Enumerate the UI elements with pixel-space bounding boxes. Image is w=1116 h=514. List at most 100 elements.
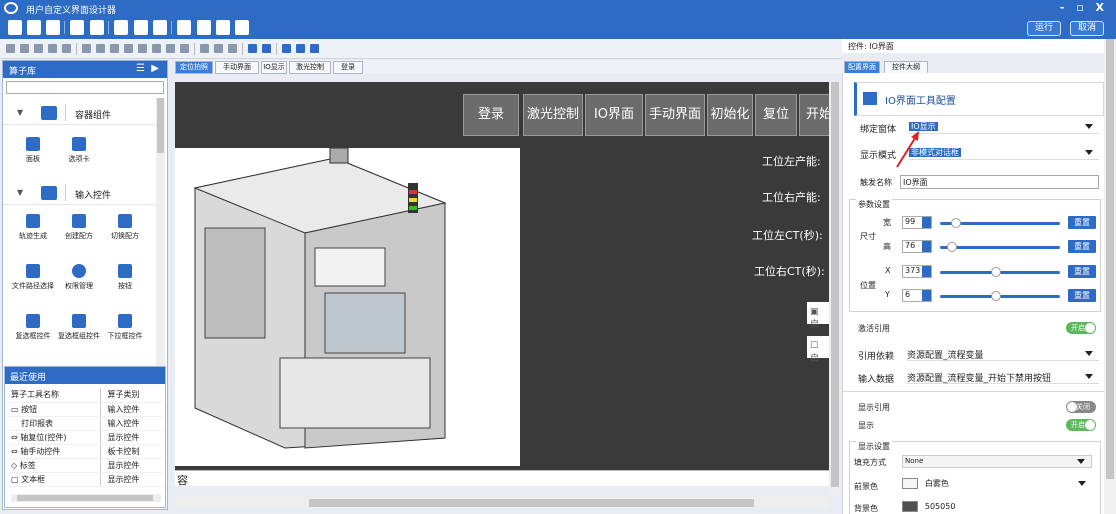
cut-icon[interactable] [20,44,29,53]
paste-window-icon[interactable] [197,20,211,35]
bring-front-icon[interactable] [248,44,257,53]
distribute-h-icon[interactable] [166,44,175,53]
send-back-icon[interactable] [262,44,271,53]
tool-panel[interactable]: 面板 [11,137,55,163]
panel-menu-icon[interactable]: ☰ ▶ [136,63,159,74]
undo-icon[interactable] [62,44,71,53]
tab-laser[interactable]: 激光控制 [289,61,331,74]
table-row[interactable]: ◇ 标签 显示控件 [9,458,163,473]
manual-screen-button[interactable]: 手动界面 [645,94,705,136]
recent-scrollbar[interactable] [11,494,161,502]
canvas-text-input[interactable]: 容 [175,470,829,487]
display-mode-select[interactable]: 非模式对话框 [909,147,1099,160]
align-right-icon[interactable] [152,44,161,53]
width-spinner[interactable]: 99 [902,216,932,229]
tool-button[interactable]: 按钮 [103,264,147,290]
input-data-select[interactable]: 资源配置_流程变量_开始下禁用按钮 [907,371,1099,384]
grid-icon[interactable] [235,20,249,35]
warning-icon[interactable] [216,20,230,35]
width-slider[interactable] [940,218,1060,228]
tool-file-path[interactable]: 文件路径选择 [11,264,55,290]
section-input-controls[interactable]: ▼ 输入控件 [3,181,157,205]
machine-image[interactable] [175,147,520,466]
export-icon[interactable] [153,20,167,35]
y-slider[interactable] [940,291,1060,301]
height-reset-button[interactable]: 重置 [1068,240,1096,253]
tab-positioning[interactable]: 定位拍照 [175,61,213,74]
tool-permission[interactable]: 权限管理 [57,264,101,290]
same-width-icon[interactable] [214,44,223,53]
section-container-components[interactable]: ▼ 容器组件 [3,101,157,125]
design-canvas[interactable]: 登录 激光控制 IO界面 手动界面 初始化 复位 开始 工位左产能: 工位右产能… [175,82,829,486]
open-folder-icon[interactable] [27,20,41,35]
window-controls[interactable]: - ▫ X [1060,1,1108,14]
y-reset-button[interactable]: 重置 [1068,289,1096,302]
save-all-icon[interactable] [70,20,84,35]
tool-create-recipe[interactable]: 创建配方 [57,214,101,240]
cancel-button[interactable]: 取消 [1070,21,1104,36]
fore-color-select[interactable]: 白雾色 [902,478,1092,491]
distribute-v-icon[interactable] [180,44,189,53]
trash-icon[interactable] [296,44,305,53]
tab-io[interactable]: IO显示 [261,61,287,74]
reset-button[interactable]: 复位 [755,94,797,136]
y-spinner[interactable]: 6 [902,289,932,302]
new-icon[interactable] [8,20,22,35]
copy-window-icon[interactable] [177,20,191,35]
paste-icon[interactable] [34,44,43,53]
align-middle-icon[interactable] [138,44,147,53]
tool-trajectory[interactable]: 轨迹生成 [11,214,55,240]
canvas-v-scrollbar[interactable] [829,82,841,496]
io-screen-button[interactable]: IO界面 [585,94,643,136]
x-slider[interactable] [940,267,1060,277]
tool-dropdown[interactable]: 下拉框控件 [103,314,147,340]
save-icon[interactable] [90,20,104,35]
back-color-select[interactable]: 505050 [902,501,1092,514]
tool-tab[interactable]: 选项卡 [57,137,101,163]
fill-mode-select[interactable]: None [902,455,1092,468]
collapse-arrow-icon[interactable]: ▼ [17,108,23,117]
align-center-icon[interactable] [96,44,105,53]
align-top-icon[interactable] [110,44,119,53]
login-button[interactable]: 登录 [463,94,519,136]
initialize-button[interactable]: 初始化 [707,94,753,136]
tab-manual[interactable]: 手动界面 [215,61,259,74]
library-scrollbar[interactable] [156,98,165,366]
tool-checkbox-group[interactable]: 复选框组控件 [57,314,101,340]
tool-checkbox[interactable]: 复选框控件 [11,314,55,340]
collapse-arrow-icon[interactable]: ▼ [17,188,23,197]
operator-search-input[interactable] [6,81,164,94]
x-reset-button[interactable]: 重置 [1068,265,1096,278]
table-row[interactable]: ▢ 文本框 显示控件 [9,472,163,487]
share-icon[interactable] [134,20,148,35]
brush-icon[interactable] [310,44,319,53]
enable-checkbox-2[interactable]: ☐ 启 [807,336,829,364]
preview-eye-icon[interactable] [114,20,128,35]
table-row[interactable]: ▭ 按钮 输入控件 [9,402,163,417]
lock-icon[interactable] [282,44,291,53]
same-height-icon[interactable] [200,44,209,53]
width-reset-button[interactable]: 重置 [1068,216,1096,229]
table-row[interactable]: ⇔ 轴复位(控件) 显示控件 [9,430,163,445]
table-row[interactable]: 打印报表 输入控件 [9,416,163,431]
copy-icon[interactable] [6,44,15,53]
start-button[interactable]: 开始 [799,94,829,136]
activate-ref-toggle[interactable]: 开启 [1066,322,1096,334]
same-size-icon[interactable] [228,44,237,53]
x-spinner[interactable]: 373 [902,265,932,278]
config-scrollbar[interactable] [1104,39,1116,514]
align-bottom-icon[interactable] [124,44,133,53]
canvas-h-scrollbar[interactable] [175,497,829,509]
enable-checkbox-1[interactable]: ▣ 启 [807,302,829,330]
add-page-icon[interactable] [46,20,60,35]
show-ref-toggle[interactable]: 关闭 [1066,401,1096,413]
bind-window-select[interactable]: IO显示 [909,121,1099,134]
ref-dependency-select[interactable]: 资源配置_流程变量 [907,348,1099,361]
align-left-icon[interactable] [82,44,91,53]
trigger-name-input[interactable]: IO界面 [900,175,1099,189]
run-button[interactable]: 运行 [1027,21,1061,36]
show-toggle[interactable]: 开启 [1066,419,1096,431]
laser-control-button[interactable]: 激光控制 [523,94,583,136]
delete-icon[interactable] [48,44,57,53]
height-spinner[interactable]: 76 [902,240,932,253]
